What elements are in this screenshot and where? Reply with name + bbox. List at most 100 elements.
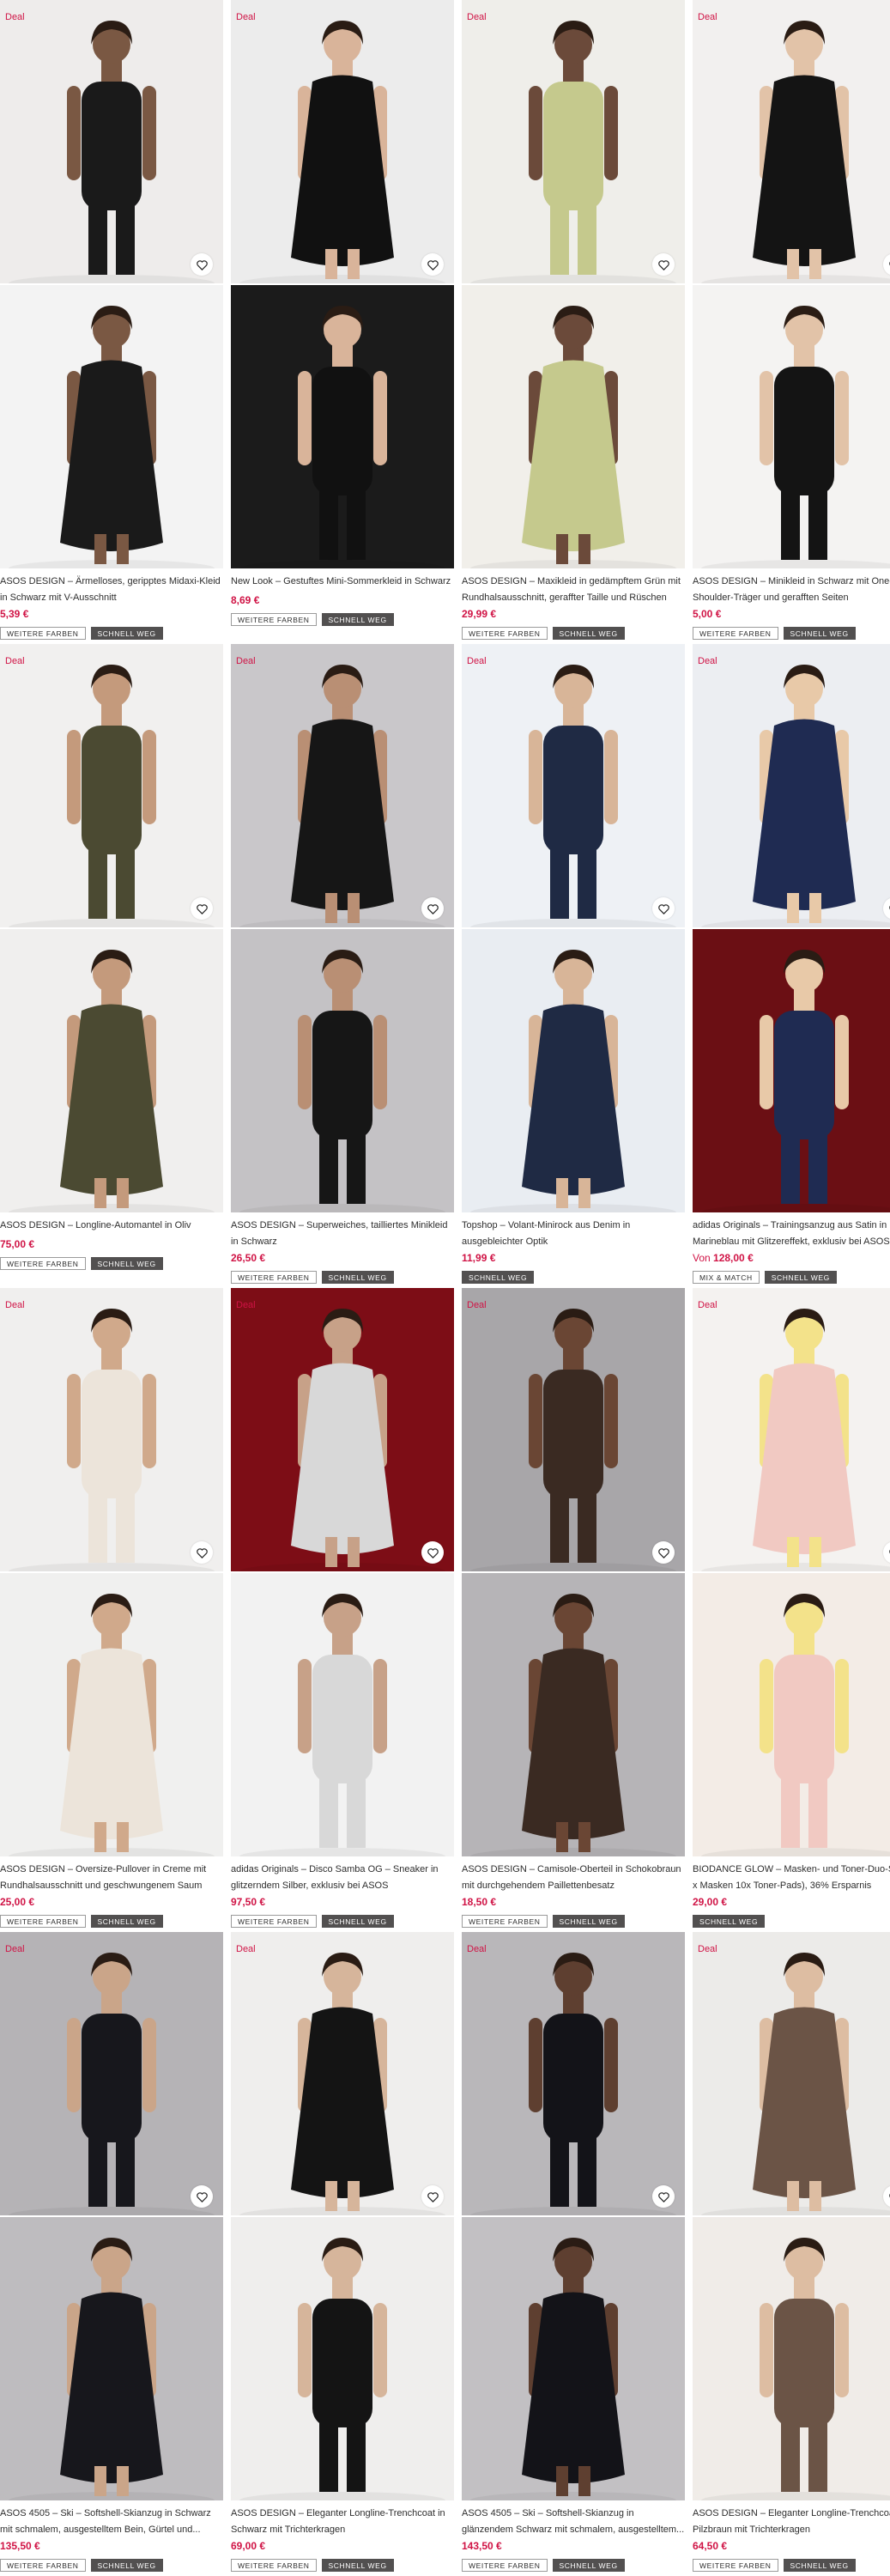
product-title[interactable]: ASOS DESIGN – Camisole-Oberteil in Schok… [462, 1862, 687, 1894]
product-title[interactable]: ASOS DESIGN – Oversize-Pullover in Creme… [0, 1862, 225, 1894]
save-for-later-heart-icon[interactable] [191, 2185, 213, 2208]
product-image-primary[interactable] [231, 1288, 454, 1571]
product-title[interactable]: BIODANCE GLOW – Masken- und Toner-Duo-Se… [693, 1862, 890, 1894]
product-image-primary[interactable] [693, 644, 890, 927]
product-card[interactable]: Deal adidas Originals – Disco Samba OG –… [231, 1288, 454, 1932]
product-price: 8,69 € [231, 594, 259, 606]
product-title[interactable]: ASOS DESIGN – Eleganter Longline-Trenchc… [693, 2506, 890, 2538]
product-image-secondary[interactable] [462, 285, 685, 568]
more-colors-button[interactable]: WEITERE FARBEN [0, 2559, 86, 2572]
product-card[interactable]: Deal ASOS DESIGN – Minikleid in Schwarz … [693, 0, 890, 644]
more-colors-button[interactable]: WEITERE FARBEN [0, 1257, 86, 1270]
product-image-secondary[interactable] [231, 2217, 454, 2500]
product-card[interactable]: Deal ASOS DESIGN – Maxikleid in gedämpft… [462, 0, 685, 644]
product-title[interactable]: ASOS DESIGN – Ärmelloses, geripptes Mida… [0, 574, 225, 606]
product-image-secondary[interactable] [0, 1573, 223, 1856]
product-image-primary[interactable] [462, 644, 685, 927]
price-value: 25,00 € [0, 1896, 35, 1908]
more-colors-button[interactable]: WEITERE FARBEN [231, 1915, 317, 1928]
save-for-later-heart-icon[interactable] [191, 253, 213, 276]
product-image-secondary[interactable] [693, 929, 890, 1212]
deal-badge: Deal [236, 1300, 256, 1310]
save-for-later-heart-icon[interactable] [652, 897, 675, 920]
price-value: 64,50 € [693, 2540, 728, 2552]
more-colors-button[interactable]: WEITERE FARBEN [693, 2559, 778, 2572]
product-card[interactable]: Deal Topshop – Volant-Minirock aus Denim… [462, 644, 685, 1288]
product-card[interactable]: Deal ASOS DESIGN – Superweiches, taillie… [231, 644, 454, 1288]
product-image-primary[interactable] [231, 1932, 454, 2215]
product-title[interactable]: ASOS 4505 – Ski – Softshell-Skianzug in … [462, 2506, 687, 2538]
product-card[interactable]: Deal ASOS DESIGN – Eleganter Longline-Tr… [231, 1932, 454, 2576]
product-title[interactable]: adidas Originals – Disco Samba OG – Snea… [231, 1862, 456, 1894]
more-colors-button[interactable]: WEITERE FARBEN [231, 613, 317, 626]
save-for-later-heart-icon[interactable] [652, 253, 675, 276]
product-card[interactable]: Deal BIODANCE GLOW – Masken- und Toner-D… [693, 1288, 890, 1932]
save-for-later-heart-icon[interactable] [421, 2185, 444, 2208]
more-colors-button[interactable]: WEITERE FARBEN [462, 2559, 548, 2572]
more-colors-button[interactable]: WEITERE FARBEN [462, 1915, 548, 1928]
product-price: 18,50 € [462, 1896, 496, 1908]
more-colors-button[interactable]: WEITERE FARBEN [0, 627, 86, 640]
product-card[interactable]: Deal ASOS DESIGN – Camisole-Oberteil in … [462, 1288, 685, 1932]
product-title[interactable]: adidas Originals – Trainingsanzug aus Sa… [693, 1218, 890, 1250]
product-image-primary[interactable] [462, 1288, 685, 1571]
product-image-secondary[interactable] [693, 1573, 890, 1856]
product-image-secondary[interactable] [231, 929, 454, 1212]
product-image-primary[interactable] [0, 1288, 223, 1571]
product-image-primary[interactable] [231, 644, 454, 927]
price-value: 128,00 € [713, 1252, 754, 1264]
save-for-later-heart-icon[interactable] [191, 897, 213, 920]
product-badges: WEITERE FARBEN SCHNELL WEG [462, 627, 625, 640]
product-image-primary[interactable] [0, 0, 223, 283]
product-image-primary[interactable] [693, 1288, 890, 1571]
product-card[interactable]: Deal ASOS DESIGN – Oversize-Pullover in … [0, 1288, 223, 1932]
product-title[interactable]: Topshop – Volant-Minirock aus Denim in a… [462, 1218, 687, 1250]
product-image-secondary[interactable] [231, 285, 454, 568]
product-image-secondary[interactable] [231, 1573, 454, 1856]
save-for-later-heart-icon[interactable] [652, 1541, 675, 1564]
more-colors-button[interactable]: WEITERE FARBEN [462, 627, 548, 640]
save-for-later-heart-icon[interactable] [191, 1541, 213, 1564]
product-image-secondary[interactable] [693, 285, 890, 568]
price-value: 5,00 € [693, 608, 722, 620]
save-for-later-heart-icon[interactable] [421, 897, 444, 920]
product-card[interactable]: Deal New Look – Gestuftes Mini-Sommerkle… [231, 0, 454, 644]
save-for-later-heart-icon[interactable] [421, 253, 444, 276]
mix-and-match-button[interactable]: MIX & MATCH [693, 1271, 760, 1284]
product-card[interactable]: Deal adidas Originals – Trainingsanzug a… [693, 644, 890, 1288]
product-image-secondary[interactable] [693, 2217, 890, 2500]
more-colors-button[interactable]: WEITERE FARBEN [693, 627, 778, 640]
product-image-primary[interactable] [693, 0, 890, 283]
product-image-primary[interactable] [0, 1932, 223, 2215]
selling-fast-badge: SCHNELL WEG [90, 2559, 163, 2572]
product-title[interactable]: ASOS 4505 – Ski – Softshell-Skianzug in … [0, 2506, 225, 2538]
product-card[interactable]: Deal ASOS 4505 – Ski – Softshell-Skianzu… [462, 1932, 685, 2576]
product-price: 29,00 € [693, 1896, 727, 1908]
save-for-later-heart-icon[interactable] [652, 2185, 675, 2208]
product-card[interactable]: Deal ASOS DESIGN – Eleganter Longline-Tr… [693, 1932, 890, 2576]
product-image-secondary[interactable] [0, 929, 223, 1212]
product-image-primary[interactable] [0, 644, 223, 927]
product-title[interactable]: ASOS DESIGN – Minikleid in Schwarz mit O… [693, 574, 890, 606]
more-colors-button[interactable]: WEITERE FARBEN [231, 1271, 317, 1284]
product-title[interactable]: ASOS DESIGN – Eleganter Longline-Trenchc… [231, 2506, 456, 2538]
product-image-primary[interactable] [462, 1932, 685, 2215]
product-image-primary[interactable] [693, 1932, 890, 2215]
more-colors-button[interactable]: WEITERE FARBEN [231, 2559, 317, 2572]
product-card[interactable]: Deal ASOS DESIGN – Ärmelloses, geripptes… [0, 0, 223, 644]
product-title[interactable]: ASOS DESIGN – Superweiches, tailliertes … [231, 1218, 456, 1250]
product-card[interactable]: Deal ASOS 4505 – Ski – Softshell-Skianzu… [0, 1932, 223, 2576]
product-image-primary[interactable] [231, 0, 454, 283]
product-card[interactable]: Deal ASOS DESIGN – Longline-Automantel i… [0, 644, 223, 1288]
save-for-later-heart-icon[interactable] [421, 1541, 444, 1564]
product-image-secondary[interactable] [462, 2217, 685, 2500]
product-image-secondary[interactable] [462, 1573, 685, 1856]
product-image-secondary[interactable] [0, 285, 223, 568]
product-image-secondary[interactable] [0, 2217, 223, 2500]
more-colors-button[interactable]: WEITERE FARBEN [0, 1915, 86, 1928]
deal-badge: Deal [698, 1944, 717, 1954]
product-title[interactable]: ASOS DESIGN – Maxikleid in gedämpftem Gr… [462, 574, 687, 606]
product-title[interactable]: New Look – Gestuftes Mini-Sommerkleid in… [231, 574, 456, 606]
product-image-secondary[interactable] [462, 929, 685, 1212]
product-image-primary[interactable] [462, 0, 685, 283]
